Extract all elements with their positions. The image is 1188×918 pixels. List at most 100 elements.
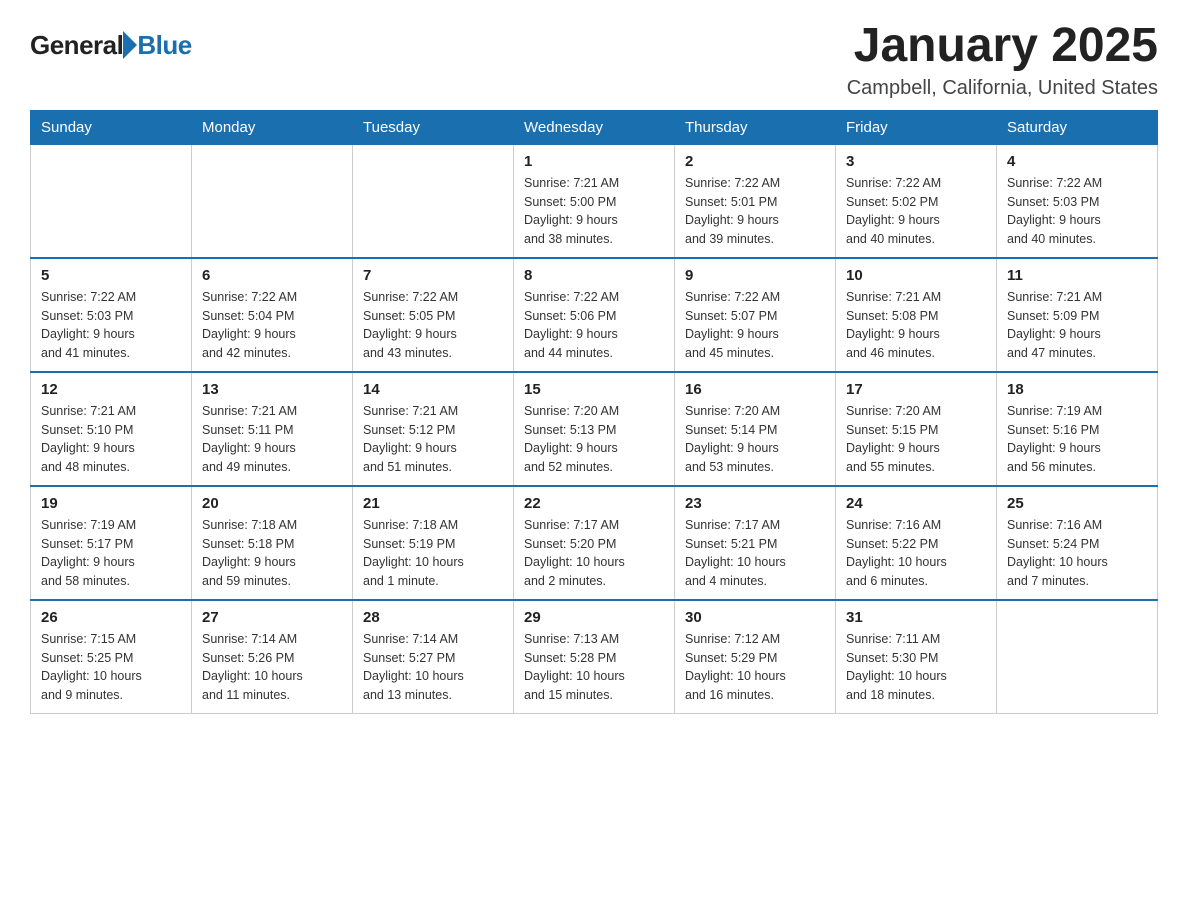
day-info: Sunrise: 7:22 AMSunset: 5:05 PMDaylight:… <box>363 288 503 363</box>
day-info: Sunrise: 7:15 AMSunset: 5:25 PMDaylight:… <box>41 630 181 705</box>
day-number: 26 <box>41 609 181 626</box>
day-info: Sunrise: 7:18 AMSunset: 5:19 PMDaylight:… <box>363 516 503 591</box>
calendar-day-12: 12 Sunrise: 7:21 AMSunset: 5:10 PMDayligh… <box>31 372 192 486</box>
day-info: Sunrise: 7:22 AMSunset: 5:07 PMDaylight:… <box>685 288 825 363</box>
logo-blue-text: Blue <box>137 30 191 61</box>
day-number: 19 <box>41 495 181 512</box>
calendar-week-row: 19 Sunrise: 7:19 AMSunset: 5:17 PMDayligh… <box>31 486 1158 600</box>
calendar-day-1: 1Sunrise: 7:21 AMSunset: 5:00 PMDaylight… <box>514 144 675 258</box>
calendar-day-7: 7 Sunrise: 7:22 AMSunset: 5:05 PMDaylight… <box>353 258 514 372</box>
day-number: 25 <box>1007 495 1147 512</box>
calendar-day-19: 19 Sunrise: 7:19 AMSunset: 5:17 PMDayligh… <box>31 486 192 600</box>
calendar-day-9: 9 Sunrise: 7:22 AMSunset: 5:07 PMDaylight… <box>675 258 836 372</box>
day-number: 6 <box>202 267 342 284</box>
calendar-day-20: 20 Sunrise: 7:18 AMSunset: 5:18 PMDayligh… <box>192 486 353 600</box>
day-info: Sunrise: 7:21 AMSunset: 5:08 PMDaylight:… <box>846 288 986 363</box>
day-number: 16 <box>685 381 825 398</box>
calendar-day-3: 3 Sunrise: 7:22 AMSunset: 5:02 PMDaylight… <box>836 144 997 258</box>
day-info: Sunrise: 7:19 AMSunset: 5:17 PMDaylight:… <box>41 516 181 591</box>
calendar-day-5: 5Sunrise: 7:22 AMSunset: 5:03 PMDaylight… <box>31 258 192 372</box>
weekday-header-monday: Monday <box>192 110 353 144</box>
calendar-day-2: 2 Sunrise: 7:22 AMSunset: 5:01 PMDaylight… <box>675 144 836 258</box>
weekday-header-sunday: Sunday <box>31 110 192 144</box>
day-info: Sunrise: 7:12 AMSunset: 5:29 PMDaylight:… <box>685 630 825 705</box>
day-number: 4 <box>1007 153 1147 170</box>
day-number: 29 <box>524 609 664 626</box>
day-info: Sunrise: 7:14 AMSunset: 5:26 PMDaylight:… <box>202 630 342 705</box>
day-info: Sunrise: 7:21 AMSunset: 5:09 PMDaylight:… <box>1007 288 1147 363</box>
calendar-day-11: 11 Sunrise: 7:21 AMSunset: 5:09 PMDayligh… <box>997 258 1158 372</box>
calendar-day-17: 17Sunrise: 7:20 AMSunset: 5:15 PMDayligh… <box>836 372 997 486</box>
logo-triangle-icon <box>123 31 137 59</box>
day-number: 20 <box>202 495 342 512</box>
day-number: 23 <box>685 495 825 512</box>
day-number: 18 <box>1007 381 1147 398</box>
day-number: 30 <box>685 609 825 626</box>
day-number: 31 <box>846 609 986 626</box>
day-number: 10 <box>846 267 986 284</box>
day-info: Sunrise: 7:22 AMSunset: 5:04 PMDaylight:… <box>202 288 342 363</box>
day-info: Sunrise: 7:22 AMSunset: 5:06 PMDaylight:… <box>524 288 664 363</box>
day-number: 9 <box>685 267 825 284</box>
calendar-day-27: 27 Sunrise: 7:14 AMSunset: 5:26 PMDayligh… <box>192 600 353 714</box>
day-info: Sunrise: 7:21 AMSunset: 5:10 PMDaylight:… <box>41 402 181 477</box>
day-number: 11 <box>1007 267 1147 284</box>
day-info: Sunrise: 7:21 AMSunset: 5:12 PMDaylight:… <box>363 402 503 477</box>
day-info: Sunrise: 7:22 AMSunset: 5:03 PMDaylight:… <box>41 288 181 363</box>
weekday-header-wednesday: Wednesday <box>514 110 675 144</box>
calendar-day-8: 8 Sunrise: 7:22 AMSunset: 5:06 PMDaylight… <box>514 258 675 372</box>
calendar-day-16: 16 Sunrise: 7:20 AMSunset: 5:14 PMDayligh… <box>675 372 836 486</box>
day-number: 28 <box>363 609 503 626</box>
calendar-day-25: 25 Sunrise: 7:16 AMSunset: 5:24 PMDayligh… <box>997 486 1158 600</box>
calendar-empty-cell <box>31 144 192 258</box>
day-info: Sunrise: 7:20 AMSunset: 5:14 PMDaylight:… <box>685 402 825 477</box>
day-number: 17 <box>846 381 986 398</box>
day-number: 15 <box>524 381 664 398</box>
day-info: Sunrise: 7:18 AMSunset: 5:18 PMDaylight:… <box>202 516 342 591</box>
day-number: 7 <box>363 267 503 284</box>
calendar-day-29: 29 Sunrise: 7:13 AMSunset: 5:28 PMDayligh… <box>514 600 675 714</box>
day-info: Sunrise: 7:21 AMSunset: 5:11 PMDaylight:… <box>202 402 342 477</box>
day-info: Sunrise: 7:13 AMSunset: 5:28 PMDaylight:… <box>524 630 664 705</box>
month-title: January 2025 <box>847 20 1158 73</box>
calendar-header-row: SundayMondayTuesdayWednesdayThursdayFrid… <box>31 110 1158 144</box>
day-info: Sunrise: 7:17 AMSunset: 5:20 PMDaylight:… <box>524 516 664 591</box>
location-title: Campbell, California, United States <box>847 77 1158 100</box>
calendar-week-row: 5Sunrise: 7:22 AMSunset: 5:03 PMDaylight… <box>31 258 1158 372</box>
calendar-day-10: 10 Sunrise: 7:21 AMSunset: 5:08 PMDayligh… <box>836 258 997 372</box>
logo-general-text: General <box>30 30 123 61</box>
day-info: Sunrise: 7:22 AMSunset: 5:03 PMDaylight:… <box>1007 174 1147 249</box>
calendar-empty-cell <box>997 600 1158 714</box>
calendar-day-31: 31 Sunrise: 7:11 AMSunset: 5:30 PMDayligh… <box>836 600 997 714</box>
day-info: Sunrise: 7:14 AMSunset: 5:27 PMDaylight:… <box>363 630 503 705</box>
calendar-week-row: 1Sunrise: 7:21 AMSunset: 5:00 PMDaylight… <box>31 144 1158 258</box>
day-info: Sunrise: 7:19 AMSunset: 5:16 PMDaylight:… <box>1007 402 1147 477</box>
day-info: Sunrise: 7:22 AMSunset: 5:01 PMDaylight:… <box>685 174 825 249</box>
calendar-day-6: 6 Sunrise: 7:22 AMSunset: 5:04 PMDaylight… <box>192 258 353 372</box>
day-info: Sunrise: 7:16 AMSunset: 5:24 PMDaylight:… <box>1007 516 1147 591</box>
day-number: 13 <box>202 381 342 398</box>
day-number: 24 <box>846 495 986 512</box>
day-number: 1 <box>524 153 664 170</box>
day-number: 8 <box>524 267 664 284</box>
day-info: Sunrise: 7:11 AMSunset: 5:30 PMDaylight:… <box>846 630 986 705</box>
day-number: 3 <box>846 153 986 170</box>
day-number: 14 <box>363 381 503 398</box>
day-number: 2 <box>685 153 825 170</box>
calendar-table: SundayMondayTuesdayWednesdayThursdayFrid… <box>30 110 1158 714</box>
calendar-day-28: 28 Sunrise: 7:14 AMSunset: 5:27 PMDayligh… <box>353 600 514 714</box>
weekday-header-thursday: Thursday <box>675 110 836 144</box>
calendar-week-row: 12 Sunrise: 7:21 AMSunset: 5:10 PMDayligh… <box>31 372 1158 486</box>
logo: General Blue <box>30 30 192 61</box>
calendar-day-23: 23 Sunrise: 7:17 AMSunset: 5:21 PMDayligh… <box>675 486 836 600</box>
day-info: Sunrise: 7:22 AMSunset: 5:02 PMDaylight:… <box>846 174 986 249</box>
calendar-day-30: 30 Sunrise: 7:12 AMSunset: 5:29 PMDayligh… <box>675 600 836 714</box>
calendar-day-18: 18 Sunrise: 7:19 AMSunset: 5:16 PMDayligh… <box>997 372 1158 486</box>
title-section: January 2025 Campbell, California, Unite… <box>847 20 1158 100</box>
day-info: Sunrise: 7:17 AMSunset: 5:21 PMDaylight:… <box>685 516 825 591</box>
day-info: Sunrise: 7:16 AMSunset: 5:22 PMDaylight:… <box>846 516 986 591</box>
day-number: 27 <box>202 609 342 626</box>
page-header: General Blue January 2025 Campbell, Cali… <box>30 20 1158 100</box>
day-info: Sunrise: 7:20 AMSunset: 5:13 PMDaylight:… <box>524 402 664 477</box>
day-number: 12 <box>41 381 181 398</box>
